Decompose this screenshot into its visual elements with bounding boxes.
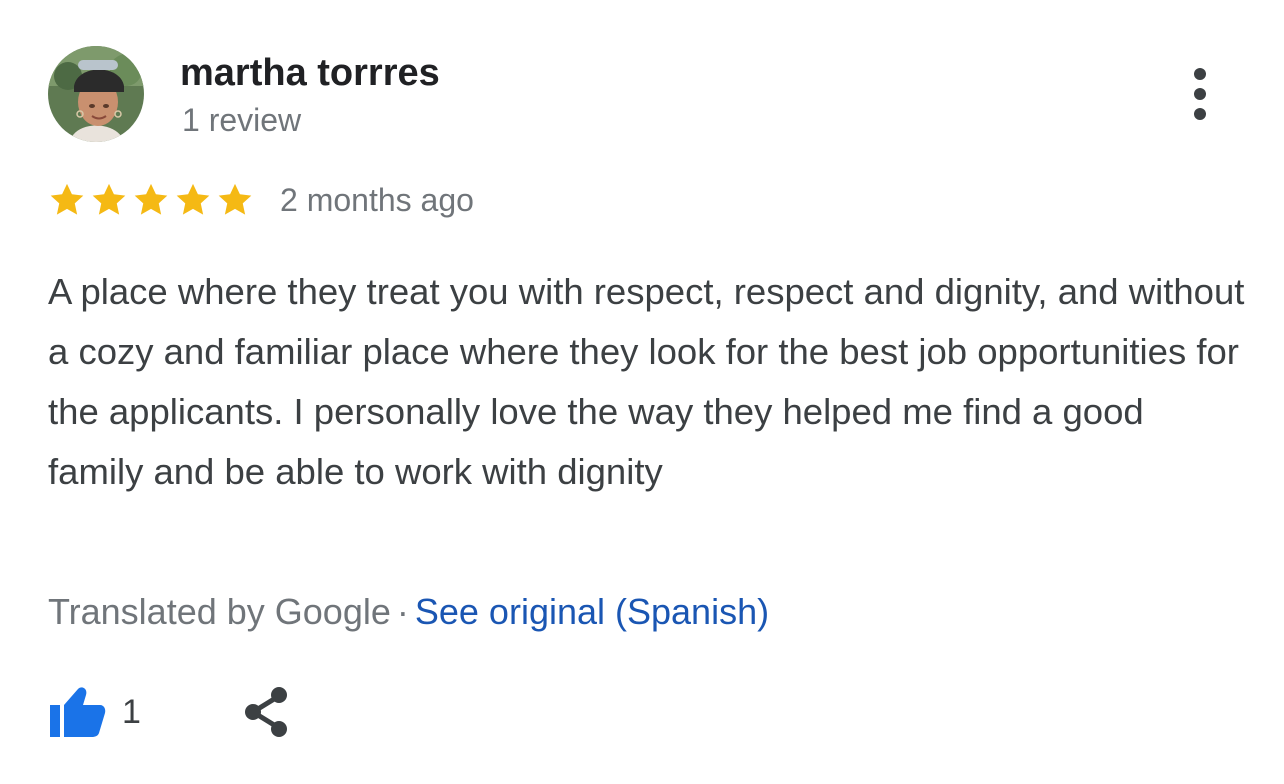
like-count: 1 xyxy=(122,693,141,731)
star-icon xyxy=(92,183,126,215)
author-review-count: 1 review xyxy=(182,102,302,138)
more-vert-icon-dot xyxy=(1194,108,1206,120)
like-button[interactable]: 1 xyxy=(48,685,141,739)
more-vert-icon-dot xyxy=(1194,88,1206,100)
review-actions: 1 xyxy=(48,682,291,742)
star-icon xyxy=(50,183,84,215)
share-icon[interactable] xyxy=(241,686,291,738)
translation-row: Translated by Google · See original (Spani… xyxy=(48,588,769,636)
star-rating xyxy=(48,181,258,219)
review-text: A place where they treat you with respec… xyxy=(48,271,1245,492)
star-icon xyxy=(218,183,252,215)
more-options-button[interactable] xyxy=(1176,64,1224,124)
translated-by-label: Translated by Google xyxy=(48,591,391,632)
rating-row: 2 months ago xyxy=(48,178,474,222)
star-icon xyxy=(176,183,210,215)
see-original-link[interactable]: See original (Spanish) xyxy=(415,591,769,632)
avatar[interactable] xyxy=(48,46,144,142)
review-date: 2 months ago xyxy=(280,182,474,218)
more-vert-icon-dot xyxy=(1194,68,1206,80)
author-name[interactable]: martha torrres xyxy=(180,50,440,96)
thumbs-up-icon xyxy=(50,687,106,737)
star-icon xyxy=(134,183,168,215)
separator-dot: · xyxy=(396,591,409,632)
